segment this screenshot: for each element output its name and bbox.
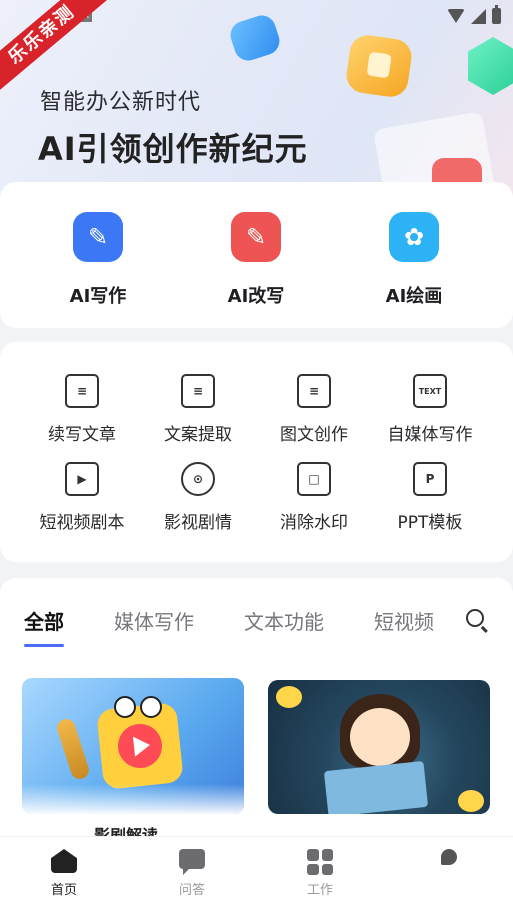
status-bar-icons bbox=[447, 5, 501, 24]
nav-label: 工作 bbox=[306, 883, 333, 898]
watermark-frame-icon: □ bbox=[297, 462, 335, 499]
nav-profile[interactable] bbox=[409, 849, 489, 879]
profile-icon bbox=[436, 849, 462, 873]
nav-label: 问答 bbox=[178, 883, 205, 898]
tool-label: 消除水印 bbox=[280, 513, 348, 533]
ai-write-label: AI写作 bbox=[69, 286, 127, 307]
signal-icon bbox=[471, 8, 486, 24]
card-caption: 影剧解读 bbox=[94, 826, 159, 836]
tool-remove-watermark[interactable]: □ 消除水印 bbox=[254, 462, 374, 533]
document-edit-icon: ≡ bbox=[65, 374, 103, 411]
edit-icon: ✎ bbox=[231, 212, 281, 262]
banner-headline: AI引领创作新纪元 bbox=[38, 130, 308, 168]
wifi-icon bbox=[447, 9, 465, 23]
pencil-icon: ✎ bbox=[73, 212, 123, 262]
search-icon[interactable] bbox=[466, 609, 484, 627]
chat-icon bbox=[179, 849, 205, 875]
flower-illustration bbox=[458, 790, 484, 812]
ai-paint-button[interactable]: ✿ AI绘画 bbox=[354, 212, 474, 308]
microphone-illustration bbox=[54, 716, 92, 782]
cartoon-eyes bbox=[114, 696, 174, 718]
green-chat-decoration bbox=[468, 37, 513, 95]
tool-short-video-script[interactable]: ▶ 短视频剧本 bbox=[22, 462, 142, 533]
book-illustration bbox=[323, 760, 429, 814]
inbox-tray-icon: ≡ bbox=[181, 374, 219, 411]
tool-label: PPT模板 bbox=[397, 513, 463, 533]
tool-image-text[interactable]: ≡ 图文创作 bbox=[254, 374, 374, 445]
blue-folder-decoration bbox=[226, 11, 284, 65]
ai-rewrite-label: AI改写 bbox=[227, 286, 285, 307]
feature-card-story[interactable] bbox=[268, 680, 490, 814]
orange-bag-decoration bbox=[344, 32, 414, 100]
palette-icon: ✿ bbox=[389, 212, 439, 262]
banner-subtitle: 智能办公新时代 bbox=[40, 90, 202, 115]
film-reel-icon: ⊙ bbox=[181, 462, 219, 499]
grid-icon bbox=[307, 849, 333, 875]
tool-label: 自媒体写作 bbox=[387, 425, 473, 445]
tab-short-video[interactable]: 短视频 bbox=[374, 606, 434, 635]
tool-label: 文案提取 bbox=[164, 425, 232, 445]
ai-rewrite-button[interactable]: ✎ AI改写 bbox=[196, 212, 316, 308]
nav-qa[interactable]: 问答 bbox=[152, 849, 232, 898]
tool-ppt-template[interactable]: P PPT模板 bbox=[370, 462, 490, 533]
nav-label: 首页 bbox=[50, 883, 77, 898]
battery-icon bbox=[492, 5, 501, 24]
category-tabs: 全部 媒体写作 文本功能 短视频 bbox=[24, 606, 434, 647]
home-icon bbox=[51, 849, 77, 873]
play-icon bbox=[132, 735, 151, 757]
tab-all[interactable]: 全部 bbox=[24, 606, 64, 647]
bottom-navigation: 首页 问答 工作 bbox=[0, 836, 513, 913]
document-lines-icon: ≡ bbox=[297, 374, 335, 411]
ai-paint-label: AI绘画 bbox=[385, 286, 443, 307]
tool-film-plot[interactable]: ⊙ 影视剧情 bbox=[138, 462, 258, 533]
tool-label: 图文创作 bbox=[280, 425, 348, 445]
main-tools-card: ✎ AI写作 ✎ AI改写 ✿ AI绘画 bbox=[0, 182, 513, 328]
ppt-file-icon: P bbox=[413, 462, 451, 499]
tab-media-writing[interactable]: 媒体写作 bbox=[114, 606, 194, 635]
tool-label: 续写文章 bbox=[48, 425, 116, 445]
flower-illustration bbox=[276, 686, 302, 708]
nav-home[interactable]: 首页 bbox=[24, 849, 104, 898]
tool-label: 短视频剧本 bbox=[39, 513, 125, 533]
nav-work[interactable]: 工作 bbox=[280, 849, 360, 898]
tool-label: 影视剧情 bbox=[164, 513, 232, 533]
tab-text-functions[interactable]: 文本功能 bbox=[244, 606, 324, 635]
text-calendar-icon: TEXT bbox=[413, 374, 451, 411]
tool-copy-extract[interactable]: ≡ 文案提取 bbox=[138, 374, 258, 445]
tools-grid-card: ≡ 续写文章 ≡ 文案提取 ≡ 图文创作 TEXT 自媒体写作 ▶ 短视频剧本 … bbox=[0, 342, 513, 562]
tool-continue-writing[interactable]: ≡ 续写文章 bbox=[22, 374, 142, 445]
video-camera-icon: ▶ bbox=[65, 462, 103, 499]
tool-self-media[interactable]: TEXT 自媒体写作 bbox=[370, 374, 490, 445]
feature-card-film[interactable] bbox=[22, 678, 244, 814]
ai-write-button[interactable]: ✎ AI写作 bbox=[38, 212, 158, 308]
